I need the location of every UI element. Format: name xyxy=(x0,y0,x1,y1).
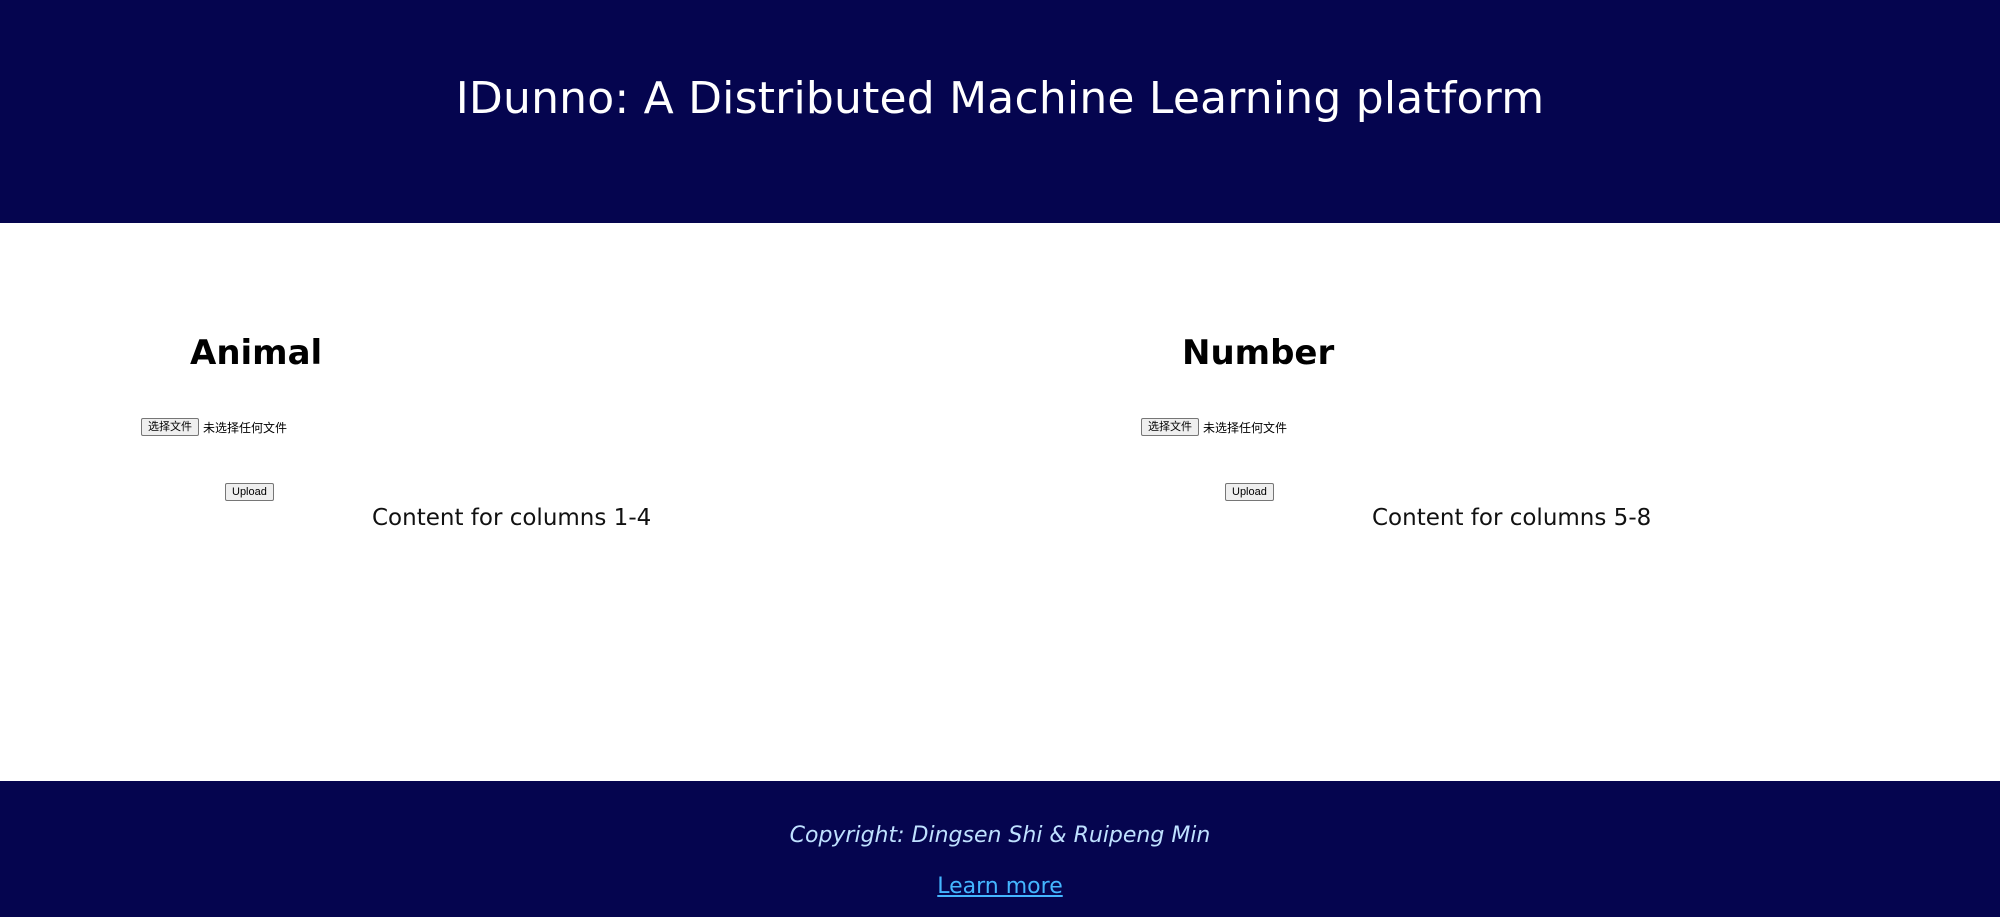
page-footer: Copyright: Dingsen Shi & Ruipeng Min Lea… xyxy=(0,781,2000,917)
number-file-input[interactable]: 选择文件 未选择任何文件 xyxy=(1141,417,1287,437)
number-file-status: 未选择任何文件 xyxy=(1203,420,1288,435)
number-column-content: Content for columns 5-8 xyxy=(1372,505,1652,531)
animal-upload-button[interactable]: Upload xyxy=(225,483,274,501)
number-choose-file-button[interactable]: 选择文件 xyxy=(1141,418,1199,436)
animal-column-content: Content for columns 1-4 xyxy=(372,505,652,531)
main-content: Animal 选择文件 未选择任何文件 Upload Content for c… xyxy=(0,223,2000,781)
animal-title: Animal xyxy=(190,333,323,373)
page-title: IDunno: A Distributed Machine Learning p… xyxy=(455,73,1545,124)
animal-file-status: 未选择任何文件 xyxy=(203,420,288,435)
learn-more-link[interactable]: Learn more xyxy=(0,874,2000,899)
number-upload-button[interactable]: Upload xyxy=(1225,483,1274,501)
animal-choose-file-button[interactable]: 选择文件 xyxy=(141,418,199,436)
number-title: Number xyxy=(1182,333,1335,373)
animal-file-input[interactable]: 选择文件 未选择任何文件 xyxy=(141,417,287,437)
page-header: IDunno: A Distributed Machine Learning p… xyxy=(0,0,2000,223)
copyright-text: Copyright: Dingsen Shi & Ruipeng Min xyxy=(789,823,1211,848)
